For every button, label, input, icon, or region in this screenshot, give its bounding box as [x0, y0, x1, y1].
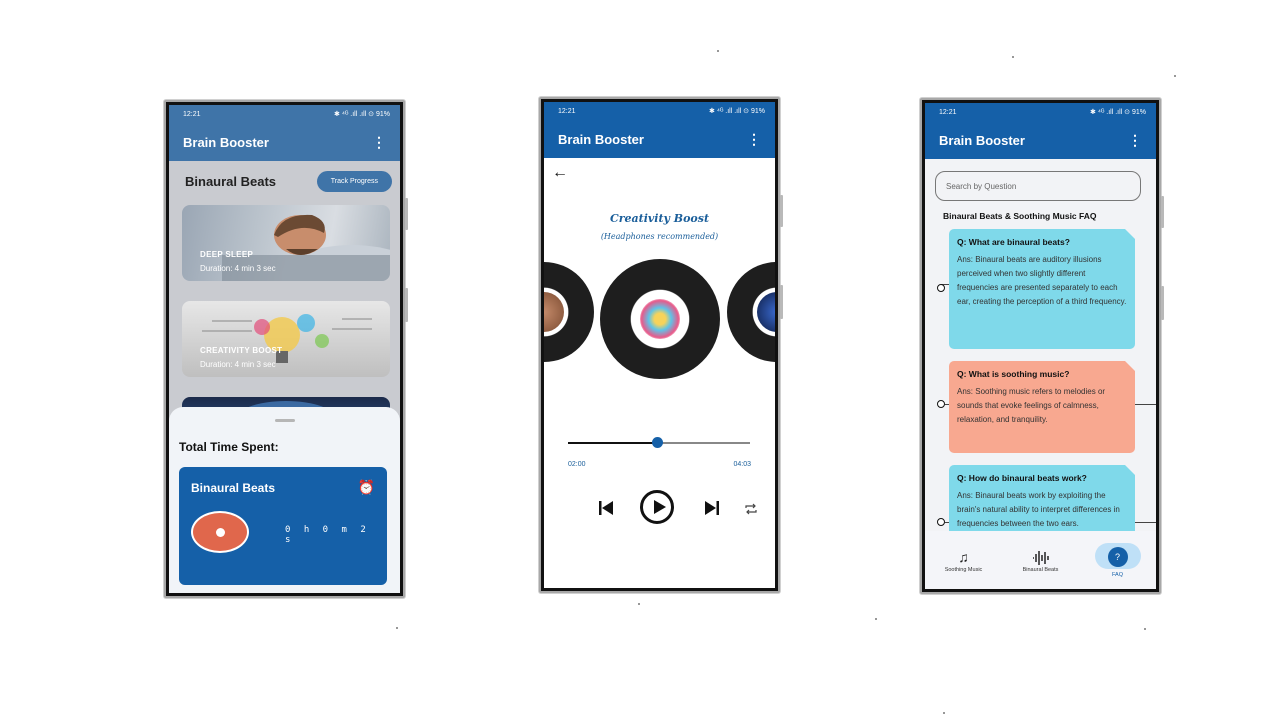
timeline-node: [937, 518, 945, 526]
skip-previous-icon[interactable]: [598, 500, 614, 516]
speckle: [875, 618, 877, 620]
back-arrow-icon[interactable]: ←: [552, 164, 568, 182]
nav-item-soothing-music[interactable]: ♫ Soothing Music: [929, 547, 999, 573]
app-title: Brain Booster: [558, 131, 644, 147]
header-row: Binaural Beats Track Progress: [169, 161, 400, 193]
faq-card[interactable]: Q: What are binaural beats? Ans: Binaura…: [949, 229, 1135, 349]
timeline-node: [937, 284, 945, 292]
timeline-node: [937, 400, 945, 408]
nav-label: FAQ: [1111, 571, 1123, 578]
track-title: Creativity Boost: [609, 212, 710, 225]
faq-answer: Ans: Binaural beats work by exploiting t…: [957, 491, 1120, 528]
track-card-deep-sleep[interactable]: DEEP SLEEP Duration: 4 min 3 sec: [182, 205, 390, 281]
screen: 12:21 ✱ ⁴ᴳ .ıll .ıll ⊙ 91% Brain Booster…: [925, 103, 1156, 589]
speckle: [717, 50, 719, 52]
status-time: 12:21: [558, 107, 576, 115]
bottom-nav: ♫ Soothing Music Binaural Beats ? FAQ: [925, 531, 1156, 589]
kebab-icon[interactable]: ⋮: [372, 135, 386, 149]
app-bar: Brain Booster ⋮: [544, 120, 775, 158]
faq-answer: Ans: Soothing music refers to melodies o…: [957, 387, 1106, 424]
speckle: [1012, 56, 1014, 58]
seek-fill: [568, 442, 658, 444]
search-input[interactable]: Search by Question: [935, 171, 1141, 201]
status-time: 12:21: [939, 108, 957, 116]
play-button[interactable]: [640, 490, 674, 524]
side-button: [405, 288, 408, 322]
card-duration: Duration: 4 min 3 sec: [200, 264, 276, 273]
bottom-sheet: Total Time Spent: Binaural Beats ⏰ 0 h 0…: [169, 407, 400, 593]
music-notes-icon: ♫: [958, 549, 969, 565]
speckle: [1144, 628, 1146, 630]
card-duration: Duration: 4 min 3 sec: [200, 360, 276, 369]
album-art: [544, 292, 564, 332]
alarm-clock-icon: ⏰: [357, 479, 375, 495]
status-time: 12:21: [183, 110, 201, 118]
app-title: Brain Booster: [183, 134, 269, 150]
vinyl-record-current[interactable]: [600, 259, 720, 379]
elapsed-time: 02:00: [568, 461, 586, 468]
phone-player: 12:21 ✱ ⁴ᴳ .ıll .ıll ⊙ 91% Brain Booster…: [539, 97, 783, 593]
top-bar: 12:21 ✱ ⁴ᴳ .ıll .ıll ⊙ 91% Brain Booster…: [544, 102, 775, 158]
speckle: [1174, 75, 1176, 77]
status-icons: ✱ ⁴ᴳ .ıll .ıll ⊙ 91%: [1090, 109, 1146, 116]
section-title: Binaural Beats: [185, 173, 277, 189]
card-label: CREATIVITY BOOST: [200, 346, 283, 355]
nav-item-faq[interactable]: ? FAQ: [1083, 542, 1153, 578]
side-button: [1161, 286, 1164, 320]
album-art: [640, 299, 680, 339]
seek-bar[interactable]: [568, 437, 750, 448]
repeat-icon[interactable]: [744, 503, 758, 515]
faq-icon: ?: [1094, 542, 1141, 569]
time-spent: 0 h 0 m 2 s: [285, 525, 370, 545]
card-label: DEEP SLEEP: [200, 250, 254, 259]
screen: 12:21 ✱ ⁴ᴳ .ıll .ıll ⊙ 91% Brain Booster…: [544, 102, 775, 588]
app-title: Brain Booster: [939, 132, 1025, 148]
speckle: [638, 603, 640, 605]
phone-faq: 12:21 ✱ ⁴ᴳ .ıll .ıll ⊙ 91% Brain Booster…: [920, 98, 1164, 594]
waveform-icon: [1032, 547, 1050, 567]
faq-question: Q: What is soothing music?: [957, 369, 1070, 379]
faq-title: Binaural Beats & Soothing Music FAQ: [943, 211, 1097, 221]
app-bar: Brain Booster ⋮: [169, 123, 400, 161]
album-art: [757, 292, 775, 332]
faq-question: Q: What are binaural beats?: [957, 237, 1070, 247]
time-card-title: Binaural Beats: [191, 481, 276, 495]
total-time-title: Total Time Spent:: [179, 440, 279, 454]
seek-knob[interactable]: [652, 437, 664, 448]
vinyl-record-next[interactable]: [727, 262, 775, 362]
vinyl-record-prev[interactable]: [544, 262, 594, 362]
app-bar: Brain Booster ⋮: [925, 121, 1156, 159]
status-bar: 12:21 ✱ ⁴ᴳ .ıll .ıll ⊙ 91%: [925, 103, 1156, 121]
screen: 12:21 ✱ ⁴ᴳ .ıll .ıll ⊙ 91% Brain Booster…: [169, 105, 400, 593]
track-progress-button[interactable]: Track Progress: [316, 170, 392, 192]
kebab-icon[interactable]: ⋮: [747, 132, 761, 146]
side-button: [405, 198, 408, 230]
faq-answer: Ans: Binaural beats are auditory illusio…: [957, 255, 1127, 306]
nav-item-binaural-beats[interactable]: Binaural Beats: [1006, 547, 1076, 573]
drag-handle[interactable]: [274, 419, 295, 422]
timer-toggle-button[interactable]: [191, 511, 249, 553]
nav-label: Binaural Beats: [1022, 567, 1059, 573]
status-bar: 12:21 ✱ ⁴ᴳ .ıll .ıll ⊙ 91%: [544, 102, 775, 120]
phone-binaural-beats: 12:21 ✱ ⁴ᴳ .ıll .ıll ⊙ 91% Brain Booster…: [164, 100, 408, 598]
speckle: [943, 712, 945, 714]
total-time: 04:03: [733, 461, 751, 468]
status-icons: ✱ ⁴ᴳ .ıll .ıll ⊙ 91%: [709, 108, 765, 115]
faq-question: Q: How do binaural beats work?: [957, 473, 1087, 483]
side-button: [780, 195, 783, 227]
faq-card[interactable]: Q: What is soothing music? Ans: Soothing…: [949, 361, 1135, 453]
top-bar: 12:21 ✱ ⁴ᴳ .ıll .ıll ⊙ 91% Brain Booster…: [169, 105, 400, 161]
speckle: [396, 627, 398, 629]
top-bar: 12:21 ✱ ⁴ᴳ .ıll .ıll ⊙ 91% Brain Booster…: [925, 103, 1156, 159]
nav-label: Soothing Music: [944, 567, 983, 573]
track-card-creativity-boost[interactable]: CREATIVITY BOOST Duration: 4 min 3 sec: [182, 301, 390, 377]
status-icons: ✱ ⁴ᴳ .ıll .ıll ⊙ 91%: [334, 111, 390, 118]
time-card: Binaural Beats ⏰ 0 h 0 m 2 s: [179, 467, 387, 585]
status-bar: 12:21 ✱ ⁴ᴳ .ıll .ıll ⊙ 91%: [169, 105, 400, 123]
side-button: [1161, 196, 1164, 228]
skip-next-icon[interactable]: [704, 500, 720, 516]
side-button: [780, 285, 783, 319]
kebab-icon[interactable]: ⋮: [1128, 133, 1142, 147]
track-subtitle: (Headphones recommended): [600, 232, 719, 241]
